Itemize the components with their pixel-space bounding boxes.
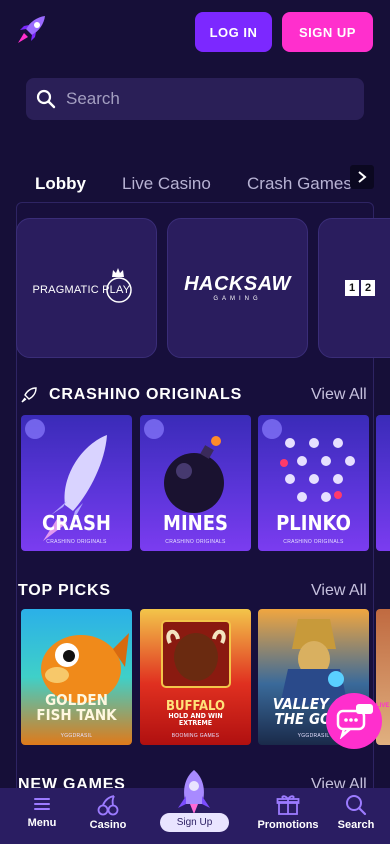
game-card-buffalo[interactable]: BUFFALO HOLD AND WIN EXTREME BOOMING GAM… <box>140 609 251 745</box>
nav-signup-rocket[interactable] <box>170 768 218 816</box>
nav-promotions[interactable]: Promotions <box>238 788 338 844</box>
search-icon <box>346 795 367 816</box>
nav-label: Menu <box>27 817 57 829</box>
search-icon <box>36 89 56 109</box>
login-button[interactable]: LOG IN <box>195 12 272 52</box>
gift-icon <box>276 795 300 815</box>
live-badge: LIVE <box>376 703 390 709</box>
game-card-golden-fish-tank[interactable]: GOLDEN FISH TANK YGGDRASIL <box>21 609 132 745</box>
game-card-plinko[interactable]: PLINKO CRASHINO ORIGINALS <box>258 415 369 551</box>
tab-lobby[interactable]: Lobby <box>35 174 86 194</box>
game-subtitle: CRASHINO ORIGINALS <box>283 539 344 545</box>
game-title: GOLDEN FISH TANK <box>21 693 132 723</box>
rocket-icon <box>21 387 37 403</box>
game-subtitle: CRASHINO ORIGINALS <box>165 539 226 545</box>
signup-button[interactable]: SIGN UP <box>282 12 373 52</box>
provider-pragmatic-play[interactable]: PRAGMATIC PLAY <box>16 218 157 358</box>
top-bar: LOG IN SIGN UP <box>0 0 390 64</box>
rocket-logo-icon[interactable] <box>15 14 51 46</box>
cherries-icon <box>97 795 119 816</box>
view-all-link[interactable]: View All <box>311 386 367 404</box>
top-picks-section-header: TOP PICKS View All <box>18 580 390 604</box>
view-all-link[interactable]: View All <box>311 582 367 600</box>
nav-signup-button[interactable]: Sign Up <box>160 813 229 832</box>
search-input[interactable]: Search <box>26 78 364 120</box>
nav-menu[interactable]: Menu <box>24 788 60 844</box>
game-title: CRASH <box>41 511 111 535</box>
game-provider: YGGDRASIL <box>60 733 93 739</box>
chevron-right-icon <box>358 171 367 183</box>
game-subtitle: CRASHINO ORIGINALS <box>46 539 107 545</box>
originals-section-header: CRASHINO ORIGINALS View All <box>18 384 390 408</box>
menu-icon <box>34 798 50 810</box>
game-title-line: EXTREME <box>178 719 213 727</box>
provider-subname: GAMING <box>213 296 262 302</box>
chat-bubble-icon <box>336 704 373 739</box>
game-title: PLINKO <box>276 511 351 535</box>
nav-label: Promotions <box>257 819 319 831</box>
game-card-partial[interactable] <box>376 415 390 551</box>
provider-name: PRAGMATIC PLAY <box>32 284 131 296</box>
game-card-crash[interactable]: CRASH CRASHINO ORIGINALS <box>21 415 132 551</box>
provider-name: HACKSAW <box>184 273 291 295</box>
search-placeholder: Search <box>66 89 120 108</box>
provider-carousel: PRAGMATIC PLAY HACKSAW GAMING 1 2 <box>16 218 390 360</box>
game-provider: BOOMING GAMES <box>171 733 220 739</box>
game-title: BUFFALO HOLD AND WIN EXTREME <box>140 700 251 727</box>
game-card-mines[interactable]: MINES CRASHINO ORIGINALS <box>140 415 251 551</box>
provider-logo: 1 2 <box>345 280 375 296</box>
category-tabs: Lobby Live Casino Crash Games <box>0 162 390 206</box>
nav-label: Search <box>337 819 375 831</box>
provider-third[interactable]: 1 2 <box>318 218 390 358</box>
rocket-icon <box>178 770 210 814</box>
nav-label: Casino <box>89 819 127 831</box>
game-title: MINES <box>163 511 228 535</box>
game-title-line: FISH TANK <box>36 706 117 724</box>
tab-crash-games[interactable]: Crash Games <box>247 174 352 194</box>
originals-games-row: CRASH CRASHINO ORIGINALS MINES CRASHINO … <box>21 415 390 551</box>
live-chat-button[interactable]: LIVE <box>326 693 389 749</box>
section-title: CRASHINO ORIGINALS <box>49 386 243 403</box>
nav-casino[interactable]: Casino <box>86 788 130 844</box>
tabs-scroll-right-button[interactable] <box>350 165 374 189</box>
section-title: TOP PICKS <box>18 582 111 599</box>
tab-live-casino[interactable]: Live Casino <box>122 174 211 194</box>
provider-hacksaw[interactable]: HACKSAW GAMING <box>167 218 308 358</box>
nav-search[interactable]: Search <box>332 788 380 844</box>
